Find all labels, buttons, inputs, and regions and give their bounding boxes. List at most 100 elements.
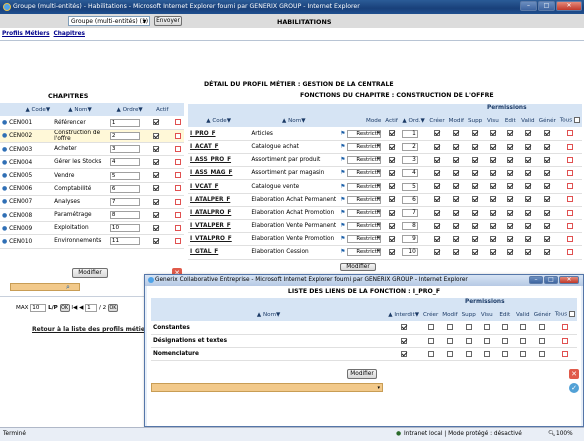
max-input[interactable]: 10 [30, 304, 47, 312]
active-checkbox[interactable] [153, 185, 160, 192]
permission-checkbox[interactable] [483, 324, 490, 331]
maximize-icon[interactable]: □ [544, 276, 558, 284]
active-checkbox[interactable] [388, 183, 395, 190]
chapter-code[interactable]: CEN004 [9, 160, 32, 166]
order-input[interactable]: 7 [401, 208, 418, 217]
add-link-select[interactable]: ▾ [151, 383, 383, 392]
row-arrow-icon[interactable]: ● [2, 146, 7, 153]
permission-checkbox[interactable] [519, 337, 526, 344]
active-checkbox[interactable] [153, 145, 160, 152]
modify-functions-button[interactable]: Modifier [340, 263, 376, 271]
permission-checkbox[interactable] [434, 170, 441, 177]
permission-checkbox[interactable] [539, 337, 546, 344]
permission-checkbox[interactable] [446, 324, 453, 331]
permission-checkbox[interactable] [524, 236, 531, 243]
select-checkbox[interactable] [175, 225, 182, 232]
select-checkbox[interactable] [566, 143, 573, 150]
order-input[interactable]: 1 [109, 118, 140, 127]
permission-checkbox[interactable] [453, 143, 460, 150]
order-input[interactable]: 7 [109, 197, 140, 206]
row-arrow-icon[interactable]: ● [2, 238, 7, 245]
permission-checkbox[interactable] [472, 156, 479, 163]
permission-checkbox[interactable] [453, 183, 460, 190]
permission-checkbox[interactable] [472, 143, 479, 150]
validate-icon[interactable]: ✓ [569, 383, 579, 393]
modify-chapters-button[interactable]: Modifier [72, 268, 108, 278]
select-checkbox[interactable] [175, 238, 182, 245]
row-arrow-icon[interactable]: ● [2, 172, 7, 179]
table-row[interactable]: I_VTALPER_F Elaboration Vente Permanent … [188, 220, 582, 233]
col-code[interactable]: ▲ Code▼ [0, 103, 53, 117]
mode-select[interactable]: Restrictif [347, 169, 382, 178]
permission-checkbox[interactable] [472, 130, 479, 137]
permission-checkbox[interactable] [472, 170, 479, 177]
order-input[interactable]: 10 [401, 248, 418, 257]
chapter-code[interactable]: CEN005 [9, 173, 32, 179]
permission-checkbox[interactable] [446, 350, 453, 357]
select-checkbox[interactable] [175, 198, 182, 205]
select-checkbox[interactable] [566, 249, 573, 256]
table-row[interactable]: Nomenclature [151, 348, 577, 361]
order-input[interactable]: 2 [109, 131, 140, 140]
function-code[interactable]: I_PRO_F [190, 131, 216, 137]
permission-checkbox[interactable] [507, 143, 514, 150]
row-arrow-icon[interactable]: ● [2, 212, 7, 219]
zoom-level[interactable]: 100% [556, 428, 573, 441]
function-code[interactable]: I_VCAT_F [190, 184, 219, 190]
order-input[interactable]: 11 [109, 237, 140, 246]
select-checkbox[interactable] [561, 337, 568, 344]
table-row[interactable]: ● CEN004 Gérer les Stocks 4 [0, 156, 184, 169]
permission-checkbox[interactable] [544, 249, 551, 256]
mode-select[interactable]: Restrictif [347, 182, 382, 191]
function-code[interactable]: I_VTALPRO_F [190, 236, 232, 242]
permission-checkbox[interactable] [465, 337, 472, 344]
table-row[interactable]: I_ATALPRO_F Elaboration Achat Promotion … [188, 206, 582, 220]
active-checkbox[interactable] [388, 249, 395, 256]
permission-checkbox[interactable] [489, 222, 496, 229]
close-icon[interactable]: ✕ [556, 1, 582, 11]
order-input[interactable]: 3 [401, 156, 418, 165]
permission-checkbox[interactable] [507, 222, 514, 229]
permission-checkbox[interactable] [472, 196, 479, 203]
select-checkbox[interactable] [566, 130, 573, 137]
permission-checkbox[interactable] [453, 236, 460, 243]
permission-checkbox[interactable] [524, 143, 531, 150]
row-arrow-icon[interactable]: ● [2, 185, 7, 192]
permission-checkbox[interactable] [501, 350, 508, 357]
permission-checkbox[interactable] [489, 183, 496, 190]
permission-checkbox[interactable] [489, 143, 496, 150]
table-row[interactable]: I_VCAT_F Catalogue vente ⚑ Restrictif 5 [188, 180, 582, 194]
chapter-code[interactable]: CEN008 [9, 213, 32, 219]
permission-checkbox[interactable] [544, 143, 551, 150]
select-checkbox[interactable] [561, 324, 568, 331]
permission-checkbox[interactable] [434, 209, 441, 216]
order-input[interactable]: 6 [401, 195, 418, 204]
chapter-code[interactable]: CEN007 [9, 199, 32, 205]
permission-checkbox[interactable] [453, 130, 460, 137]
permission-checkbox[interactable] [524, 130, 531, 137]
permission-checkbox[interactable] [539, 350, 546, 357]
col-ordre[interactable]: ▲ Ordre▼ [107, 103, 152, 117]
permission-checkbox[interactable] [507, 156, 514, 163]
table-row[interactable]: ● CEN009 Exploitation 10 [0, 222, 184, 235]
permission-checkbox[interactable] [507, 183, 514, 190]
col-interdit[interactable]: ▲ Interdit▼ [386, 308, 421, 322]
permission-checkbox[interactable] [434, 222, 441, 229]
permission-checkbox[interactable] [501, 324, 508, 331]
permission-checkbox[interactable] [519, 324, 526, 331]
forbidden-checkbox[interactable] [400, 337, 407, 344]
active-checkbox[interactable] [388, 170, 395, 177]
table-row[interactable]: ● CEN001 Référencer 1 [0, 116, 184, 130]
table-row[interactable]: I_ACAT_F Catalogue achat ⚑ Restrictif 2 [188, 140, 582, 154]
permission-checkbox[interactable] [434, 156, 441, 163]
permission-checkbox[interactable] [507, 209, 514, 216]
modify-links-button[interactable]: Modifier [347, 369, 377, 379]
permission-checkbox[interactable] [489, 170, 496, 177]
permission-checkbox[interactable] [434, 130, 441, 137]
col-nom[interactable]: ▲ Nom▼ [151, 308, 387, 322]
select-checkbox[interactable] [566, 196, 573, 203]
active-checkbox[interactable] [153, 132, 160, 139]
delete-icon[interactable]: ✕ [569, 369, 579, 379]
active-checkbox[interactable] [388, 236, 395, 243]
permission-checkbox[interactable] [489, 209, 496, 216]
